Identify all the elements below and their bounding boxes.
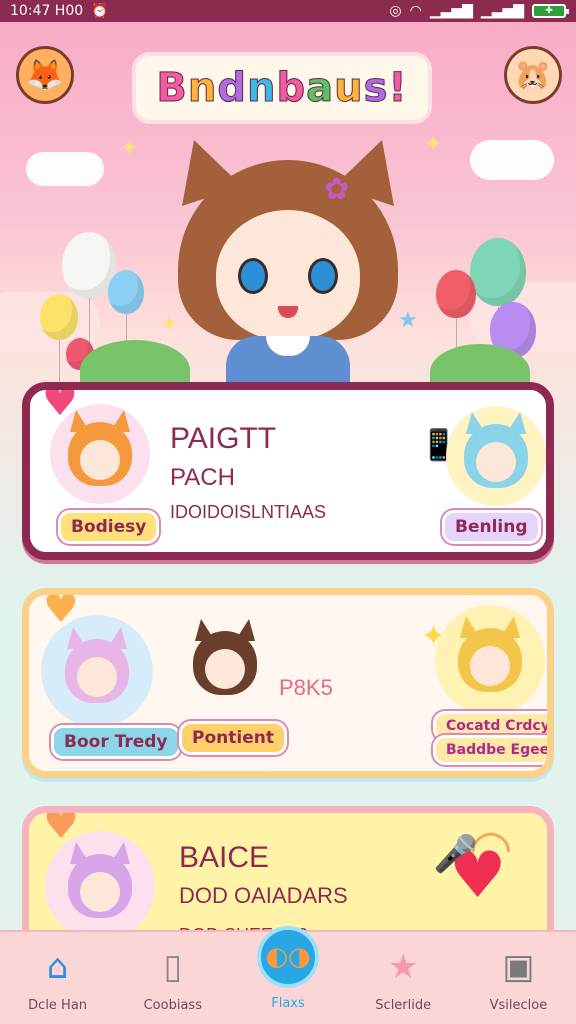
phone-icon: ▯: [163, 946, 183, 987]
avatar-blonde-girl: [435, 605, 545, 715]
star-icon: ★: [387, 946, 419, 987]
nav-item-frame[interactable]: ▣ Vsilecloe: [461, 932, 576, 1024]
avatar-lilac-girl: [45, 831, 155, 941]
balloon-yellow: [40, 294, 78, 390]
fox-mascot-icon: 🦊: [16, 46, 74, 104]
nav-label: Sclerlide: [375, 997, 432, 1013]
logo-letter: n: [187, 65, 218, 112]
app-logo: Bndnbaus!: [132, 52, 432, 124]
glasses-icon: ◐◑: [257, 925, 319, 988]
logo-letter: n: [246, 65, 277, 112]
logo-letter: s: [363, 65, 389, 112]
signal-icon-2: ▁▃▅▇: [480, 3, 524, 19]
card-title: BAICE: [179, 841, 270, 874]
badge-right-2: Baddbe Egeel!: [433, 735, 547, 765]
nav-item-home[interactable]: ⌂ Dcle Han: [0, 932, 115, 1024]
cloud-right: [470, 140, 554, 180]
logo-letter: u: [334, 65, 364, 112]
game-card-1[interactable]: ♥ Bodiesy PAIGTT PACH IDOIDOISLNTIAAS 📱 …: [22, 382, 554, 560]
bottom-navigation: ⌂ Dcle Han ▯ Coobiass ◐◑ Flaxs ★ Sclerli…: [0, 925, 576, 1024]
logo-letter: B: [156, 65, 188, 112]
nav-label: Flaxs: [271, 995, 305, 1011]
microphone-icon: 🎤: [433, 834, 478, 875]
wifi-icon: ◠: [409, 3, 422, 19]
logo-letter: !: [388, 65, 408, 112]
logo-letter: b: [276, 65, 307, 112]
hamster-mascot-icon: 🐹: [504, 46, 562, 104]
balloon-green: [470, 238, 526, 356]
avatar-orange-girl: [50, 404, 150, 504]
frame-icon: ▣: [502, 946, 535, 987]
balloon-red: [436, 270, 476, 368]
sparkle-icon: ✦: [120, 136, 139, 161]
avatar-brown-girl: [177, 615, 273, 711]
nav-item-phone[interactable]: ▯ Coobiass: [115, 932, 230, 1024]
badge-right: Benling: [442, 510, 541, 544]
battery-label: ✚: [545, 6, 553, 16]
card-detail: IDOIDOISLNTIAAS: [170, 502, 327, 522]
logo-letter: d: [217, 65, 247, 112]
avatar-pink-girl: [41, 615, 153, 727]
character-eye-right: [308, 258, 338, 294]
status-time: 10:47 H00: [10, 3, 84, 19]
character-eye-left: [238, 258, 268, 294]
nav-label: Coobiass: [143, 997, 202, 1013]
alarm-icon: ⏰: [91, 3, 109, 19]
logo-letter: a: [306, 65, 335, 112]
game-card-2[interactable]: ♥ Boor Tredy Pontient P8K5 ✦ Cocatd Crdc…: [22, 588, 554, 778]
nav-item-star[interactable]: ★ Sclerlide: [346, 932, 461, 1024]
nav-label: Vsilecloe: [489, 997, 548, 1013]
card-title: PAIGTT: [170, 422, 277, 455]
battery-icon: ✚: [532, 4, 569, 18]
card-subtitle: DOD OAIADARS: [179, 883, 348, 908]
avatar-blue-girl: [446, 406, 546, 506]
status-right: ◎ ◠ ▁▃▅▇ ▁▃▅▇ ✚: [389, 3, 569, 19]
badge-left: Boor Tredy: [51, 725, 181, 759]
nav-item-center[interactable]: ◐◑ Flaxs: [230, 925, 345, 1024]
nav-label: Dcle Han: [28, 997, 88, 1013]
vibrate-icon: ◎: [389, 3, 402, 19]
status-left: 10:47 H00 ⏰: [10, 3, 109, 19]
header-banner: ✦ ✦ ✦ ★ 🦊 🐹 Bndnbaus! ✿: [0, 22, 576, 392]
status-bar: 10:47 H00 ⏰ ◎ ◠ ▁▃▅▇ ▁▃▅▇ ✚: [0, 0, 576, 22]
badge-mid: Pontient: [179, 721, 287, 755]
home-icon: ⌂: [46, 946, 69, 987]
sparkle-icon: ✦: [424, 132, 443, 157]
signal-icon: ▁▃▅▇: [429, 3, 473, 19]
flower-hairclip-icon: ✿: [324, 172, 350, 207]
logo-text: Bndnbaus!: [156, 65, 408, 112]
hero-character-illustration: ✿: [168, 140, 408, 392]
card-subtitle: PACH: [170, 464, 235, 491]
price-label: P8K5: [279, 675, 333, 700]
cloud-left: [26, 152, 104, 186]
badge-left: Bodiesy: [58, 510, 160, 544]
balloon-blue: [108, 270, 144, 364]
